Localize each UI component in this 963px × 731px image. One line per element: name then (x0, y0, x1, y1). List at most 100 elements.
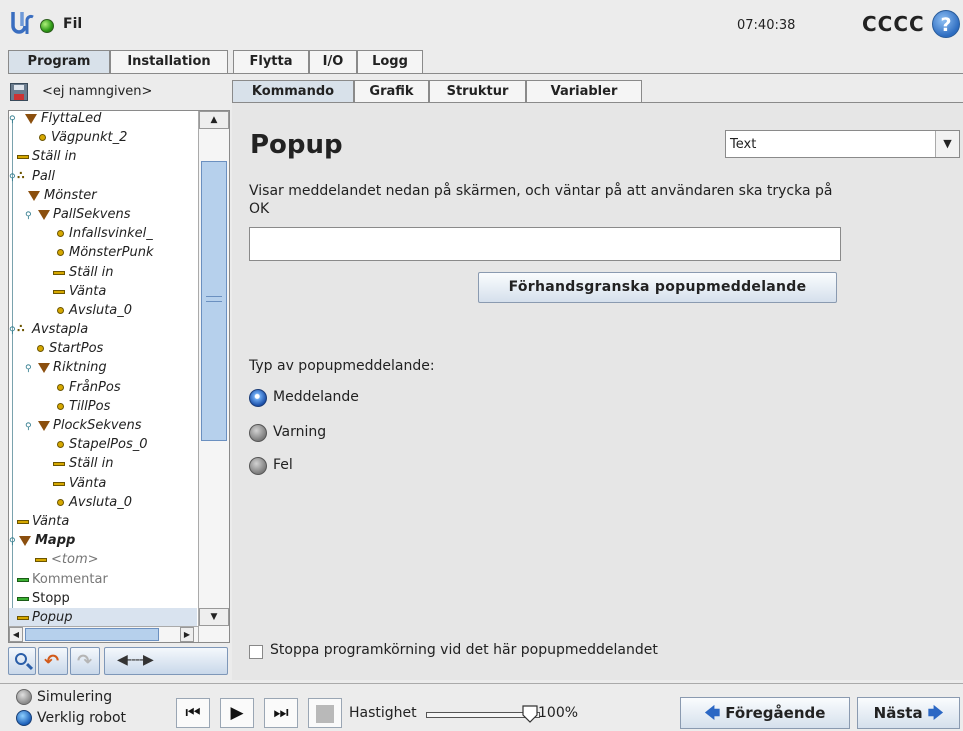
tree-node-label: Vänta (69, 475, 107, 491)
tree-node[interactable]: Vänta (9, 474, 197, 493)
real-robot-radio-icon[interactable] (16, 710, 32, 726)
tab-log[interactable]: Logg (357, 50, 423, 74)
program-tree-panel: <ej namngiven> ⚲ FlyttaLed Vägpunkt_2 St… (8, 80, 230, 680)
redo-button[interactable]: ↷ (70, 647, 100, 675)
step-button[interactable]: ⏭ (264, 698, 298, 728)
message-input[interactable] (249, 227, 841, 261)
popup-icon (17, 615, 29, 620)
tree-node[interactable]: Avsluta_0 (9, 301, 197, 320)
waypoint-icon (57, 230, 64, 238)
tree-node-label: Ställ in (69, 456, 114, 472)
tree-node[interactable]: StartPos (9, 339, 197, 358)
waypoint-icon (57, 249, 64, 257)
tree-node-label: Kommentar (32, 571, 108, 587)
tree-node[interactable]: ⚲ PallSekvens (9, 205, 197, 224)
play-button[interactable]: ▶ (220, 698, 254, 728)
program-tree: ⚲ FlyttaLed Vägpunkt_2 Ställ in ⚲ ∴ Pall… (8, 110, 230, 643)
sequence-icon (38, 421, 50, 431)
set-icon (53, 462, 65, 467)
expand-icon[interactable]: ⚲ (9, 169, 16, 188)
tree-node[interactable]: Stopp (9, 589, 197, 608)
tree-node[interactable]: ⚲ Riktning (9, 358, 197, 377)
help-icon[interactable]: ? (932, 10, 960, 38)
save-icon[interactable] (10, 83, 28, 101)
tree-node[interactable]: ⚲ PlockSekvens (9, 416, 197, 435)
stop-program-checkbox[interactable] (249, 645, 263, 659)
tree-node[interactable]: TillPos (9, 397, 197, 416)
radio-label: Varning (273, 424, 327, 440)
move-node-button[interactable]: ◀----▶ (104, 647, 228, 675)
tab-command[interactable]: Kommando (232, 80, 354, 104)
tree-node[interactable]: MönsterPunk (9, 243, 197, 262)
tree-node[interactable]: Vänta (9, 512, 197, 531)
tree-node[interactable]: Kommentar (9, 570, 197, 589)
tree-node-label: Ställ in (32, 149, 77, 165)
tab-structure[interactable]: Struktur (429, 80, 526, 104)
stop-button[interactable] (308, 698, 342, 728)
tree-node[interactable]: StapelPos_0 (9, 435, 197, 454)
scroll-right-icon[interactable]: ▶ (180, 627, 194, 642)
tree-node-label: Vägpunkt_2 (51, 130, 128, 146)
speed-slider-thumb[interactable] (522, 705, 538, 723)
radio-icon[interactable] (249, 424, 267, 442)
tree-node[interactable]: Avsluta_0 (9, 493, 197, 512)
tree-horizontal-scrollbar[interactable]: ◀ ▶ (9, 626, 198, 642)
tree-vertical-scrollbar[interactable]: ▲ ▼ (198, 111, 229, 642)
expand-icon[interactable]: ⚲ (9, 533, 16, 552)
tree-node[interactable]: FrånPos (9, 378, 197, 397)
tree-node[interactable]: ⚲ FlyttaLed (9, 111, 197, 130)
undo-button[interactable]: ↶ (38, 647, 68, 675)
popup-type-dropdown[interactable]: Text ▼ (725, 130, 960, 158)
tree-node-label: Avsluta_0 (69, 494, 133, 510)
tab-program[interactable]: Program (8, 50, 110, 74)
tree-node[interactable]: Ställ in (9, 147, 197, 166)
tab-variables[interactable]: Variabler (526, 80, 642, 104)
comment-icon (17, 577, 29, 582)
tree-node[interactable]: Mönster (9, 186, 197, 205)
program-name: <ej namngiven> (42, 84, 153, 99)
expand-icon[interactable]: ⚲ (25, 418, 32, 437)
expand-icon[interactable]: ⚲ (25, 207, 32, 226)
scroll-up-icon[interactable]: ▲ (199, 111, 229, 129)
expand-icon[interactable]: ⚲ (25, 360, 32, 379)
tree-node[interactable]: Ställ in (9, 263, 197, 282)
tree-node[interactable]: <tom> (9, 550, 197, 569)
next-button[interactable]: Nästa 🡆 (857, 697, 960, 729)
expand-icon[interactable]: ⚲ (9, 111, 16, 130)
tab-io[interactable]: I/O (309, 50, 357, 74)
tree-node[interactable]: ⚲ Mapp (9, 531, 197, 550)
tree-node[interactable]: Infallsvinkel_ (9, 224, 197, 243)
scroll-left-icon[interactable]: ◀ (9, 627, 23, 642)
ur-logo (11, 12, 34, 34)
preview-popup-button[interactable]: Förhandsgranska popupmeddelande (478, 272, 837, 303)
move-icon (25, 114, 37, 124)
program-header: <ej namngiven> (8, 80, 230, 106)
scroll-down-icon[interactable]: ▼ (199, 608, 229, 626)
tree-node[interactable]: ⚲ ∴ Pall (9, 167, 197, 186)
tree-node[interactable]: Vänta (9, 282, 197, 301)
search-button[interactable] (8, 647, 36, 675)
redo-icon: ↷ (77, 651, 93, 672)
scroll-thumb[interactable] (201, 161, 227, 441)
radio-icon[interactable] (249, 457, 267, 475)
simulation-label[interactable]: Simulering (37, 689, 112, 705)
previous-button[interactable]: 🡄 Föregående (680, 697, 850, 729)
sequence-icon (38, 209, 50, 220)
expand-icon[interactable]: ⚲ (9, 322, 16, 341)
real-robot-label[interactable]: Verklig robot (37, 710, 126, 726)
search-icon (15, 653, 27, 665)
tree-node-selected[interactable]: Popup (9, 607, 197, 628)
simulation-radio-icon[interactable] (16, 689, 32, 705)
radio-selected-icon[interactable] (249, 389, 267, 407)
tab-installation[interactable]: Installation (110, 50, 228, 74)
tree-node[interactable]: Vägpunkt_2 (9, 128, 197, 147)
chevron-down-icon[interactable]: ▼ (935, 131, 959, 157)
rewind-button[interactable]: ⏮ (176, 698, 210, 728)
radio-label: Fel (273, 457, 293, 473)
tree-node[interactable]: Ställ in (9, 454, 197, 473)
tree-node[interactable]: ⚲ ∴ Avstapla (9, 320, 197, 339)
scroll-thumb[interactable] (25, 628, 159, 641)
file-menu[interactable]: Fil (63, 16, 82, 32)
tab-graphics[interactable]: Grafik (354, 80, 429, 104)
tab-move[interactable]: Flytta (233, 50, 309, 74)
